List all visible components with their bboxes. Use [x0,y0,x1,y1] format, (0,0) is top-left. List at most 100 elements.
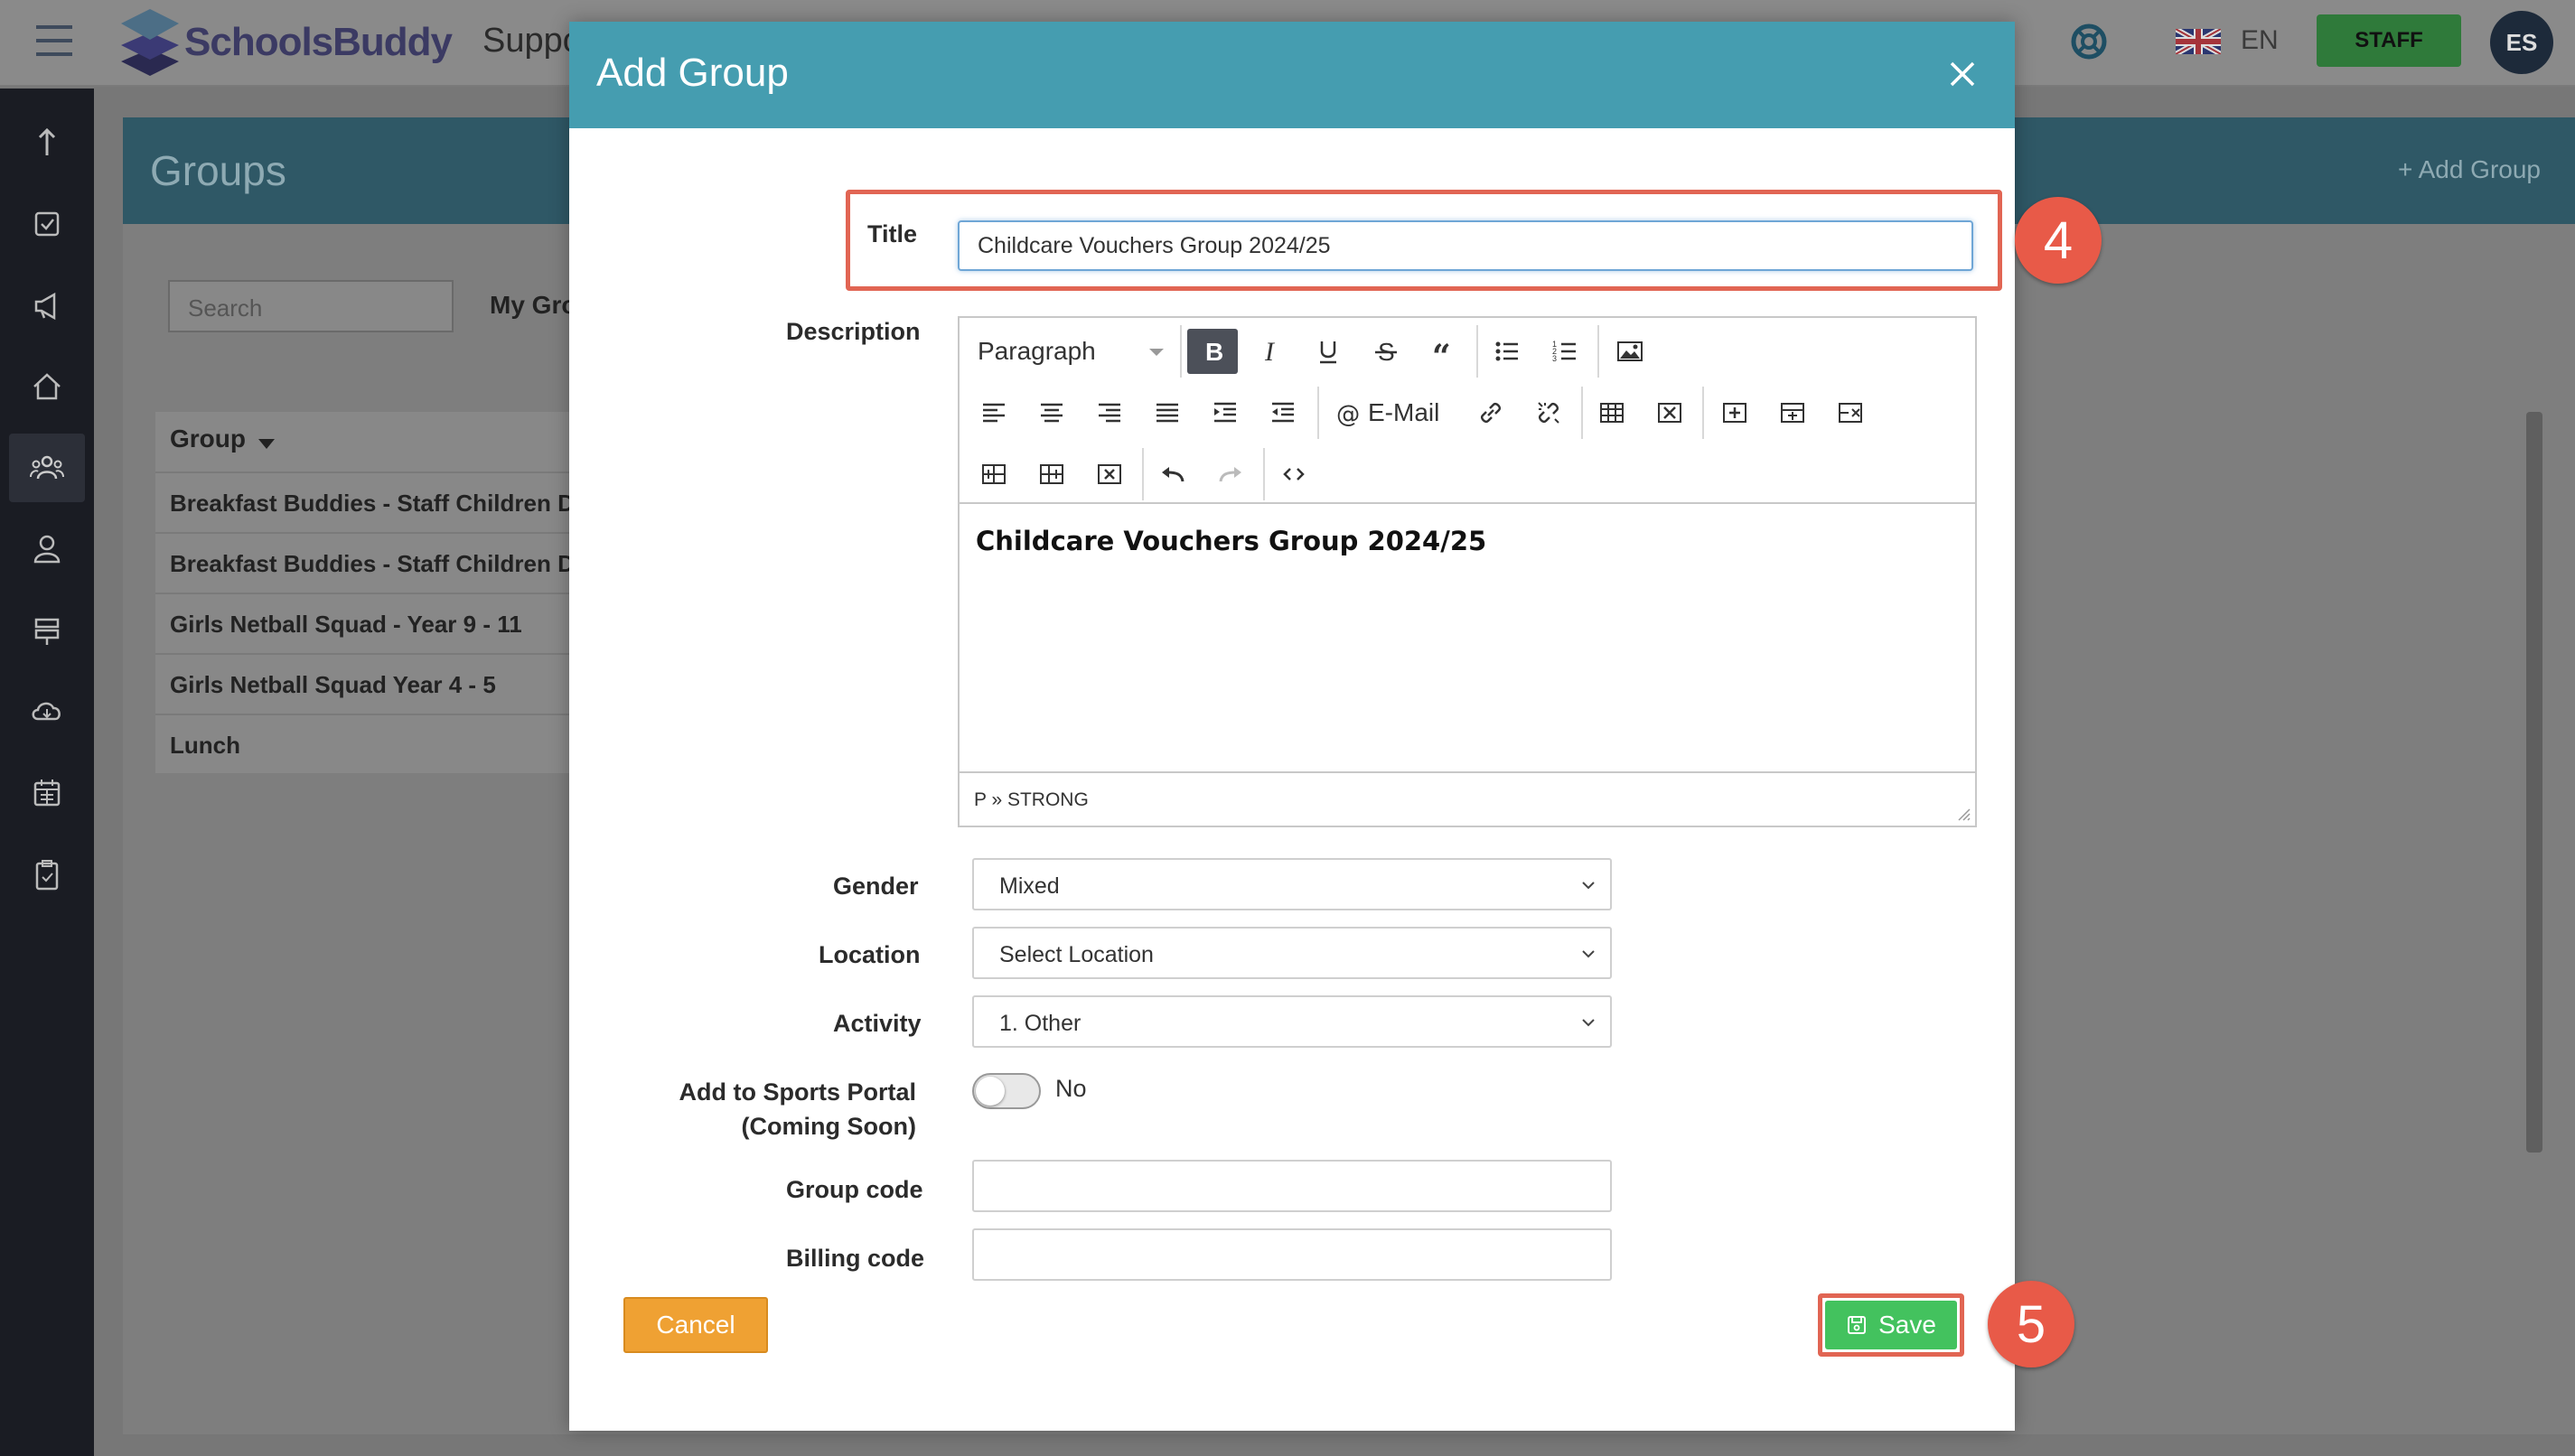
add-group-link[interactable]: + Add Group [2398,155,2541,184]
align-left-icon [983,403,1005,423]
column-header-group[interactable]: Group [170,425,246,453]
user-icon [33,535,61,564]
sidebar-item-announcements[interactable] [9,271,85,340]
align-center-icon [1041,403,1063,423]
billing-code-label: Billing code [786,1245,925,1272]
insert-row-above-button[interactable] [1709,390,1760,435]
sidebar-item-calendar[interactable] [9,759,85,827]
sidebar-item-home[interactable] [9,352,85,421]
chevron-down-icon [1149,349,1164,356]
sidebar-item-signpost[interactable] [9,596,85,665]
table-row[interactable]: Girls Netball Squad - Year 9 - 11 [155,593,571,652]
sidebar-item-clipboard[interactable] [9,840,85,909]
billing-code-input[interactable] [972,1228,1612,1281]
toolbar-divider [1597,325,1599,378]
element-path: P » STRONG [974,789,1089,810]
logo-icon [117,5,183,78]
modal-header: Add Group [569,22,2015,128]
sports-portal-toggle-label: No [1055,1075,1087,1102]
column-delete-icon [1098,464,1121,484]
sort-arrow-icon[interactable] [258,439,275,449]
language-label[interactable]: EN [2241,25,2279,56]
insert-table-button[interactable] [1587,390,1637,435]
insert-column-right-button[interactable] [1026,452,1077,497]
delete-column-button[interactable] [1084,452,1135,497]
search-input[interactable]: Search [168,280,454,332]
underline-button[interactable] [1303,329,1353,374]
table-row[interactable]: Breakfast Buddies - Staff Children Disc [155,471,571,531]
align-left-button[interactable] [969,390,1019,435]
align-center-button[interactable] [1026,390,1077,435]
gender-select[interactable]: Mixed [972,858,1612,910]
table-row[interactable]: Lunch [155,714,571,773]
location-label: Location [819,941,921,968]
table-row[interactable]: Breakfast Buddies - Staff Children Disc [155,532,571,592]
bold-button[interactable]: B [1187,329,1238,374]
strikethrough-button[interactable]: S [1361,329,1411,374]
numbered-list-button[interactable]: 123 [1540,329,1590,374]
sidebar-item-exit[interactable] [9,108,85,177]
sports-portal-toggle[interactable] [972,1073,1041,1109]
brand-name: SchoolsBuddy [184,20,453,64]
bullet-list-button[interactable] [1482,329,1532,374]
editor-content[interactable]: Childcare Vouchers Group 2024/25 [960,504,1975,771]
source-code-button[interactable] [1269,452,1319,497]
email-button[interactable]: @ E-Mail [1326,390,1448,435]
insert-column-left-button[interactable] [969,452,1019,497]
italic-button[interactable]: I [1245,329,1296,374]
undo-button[interactable] [1147,452,1198,497]
save-button[interactable]: Save [1825,1301,1957,1349]
undo-icon [1162,467,1184,482]
insert-image-button[interactable] [1605,329,1655,374]
paragraph-format-label: Paragraph [978,337,1096,365]
insert-row-below-button[interactable] [1767,390,1818,435]
floppy-disk-icon [1848,1316,1867,1334]
home-icon [33,373,61,400]
avatar[interactable]: ES [2490,11,2553,74]
outdent-button[interactable] [1258,390,1308,435]
image-icon [1617,341,1643,361]
group-code-label: Group code [786,1176,923,1203]
indent-button[interactable] [1200,390,1250,435]
svg-text:3: 3 [1552,354,1557,363]
page-title: Groups [150,147,286,194]
tab-my-groups[interactable]: My Gro [490,291,576,320]
cancel-button[interactable]: Cancel [623,1297,768,1353]
redo-icon [1219,467,1241,482]
toolbar-divider [1581,387,1583,439]
modal-title: Add Group [596,51,789,95]
align-right-button[interactable] [1084,390,1135,435]
sidebar-item-profile[interactable] [9,515,85,583]
svg-text:I: I [1264,337,1276,366]
uk-flag-icon[interactable] [2176,29,2221,54]
resize-handle-icon[interactable] [1955,806,1971,822]
scrollbar[interactable] [2526,412,2542,1153]
numbered-list-icon: 123 [1552,340,1576,363]
menu-icon[interactable] [34,22,76,60]
lifebuoy-icon[interactable] [2069,22,2109,61]
sidebar-item-downloads[interactable] [9,677,85,746]
close-icon[interactable] [1946,58,1979,90]
blockquote-button[interactable]: “ [1419,329,1469,374]
italic-icon: I [1264,337,1276,366]
bullet-list-icon [1495,341,1518,361]
staff-button[interactable]: STAFF [2317,14,2461,67]
location-select[interactable]: Select Location [972,927,1612,979]
delete-row-button[interactable] [1825,390,1876,435]
activity-select[interactable]: 1. Other [972,995,1612,1048]
sidebar-item-tasks[interactable] [9,190,85,258]
svg-text:@: @ [1336,401,1360,426]
redo-button[interactable] [1205,452,1256,497]
checkbox-icon [34,211,60,237]
align-justify-icon [1156,403,1178,423]
group-code-input[interactable] [972,1160,1612,1212]
delete-table-button[interactable] [1644,390,1695,435]
row-delete-icon [1839,403,1862,423]
insert-link-button[interactable] [1465,390,1516,435]
table-row[interactable]: Girls Netball Squad Year 4 - 5 [155,653,571,713]
outdent-icon [1272,402,1294,423]
sidebar-item-groups[interactable] [9,434,85,502]
paragraph-format-select[interactable]: Paragraph [967,329,1175,374]
unlink-button[interactable] [1523,390,1574,435]
align-justify-button[interactable] [1142,390,1193,435]
